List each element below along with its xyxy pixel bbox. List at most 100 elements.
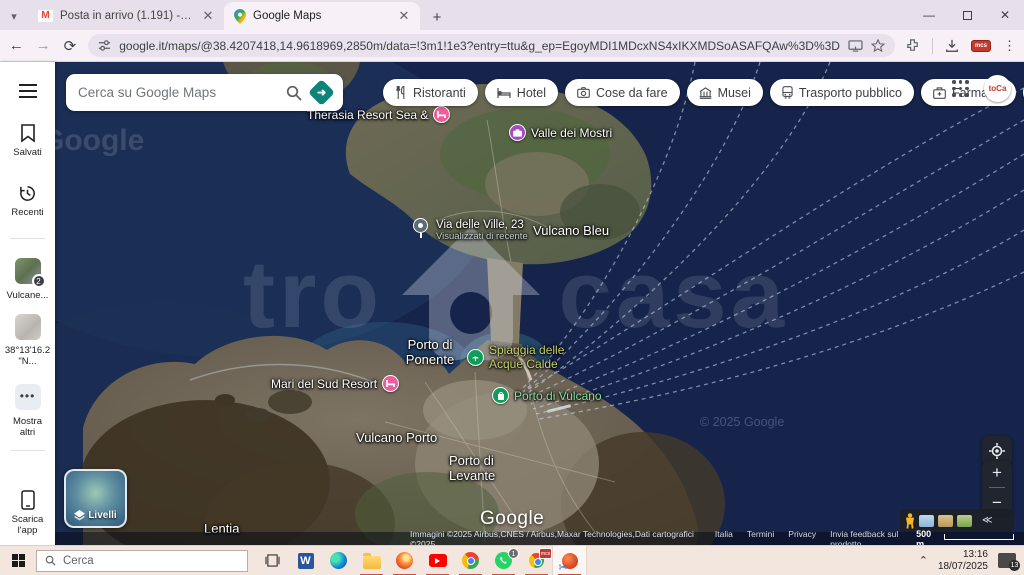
system-tray: ⌃ 13:16 18/07/2025 13: [919, 549, 1024, 573]
chip-musei[interactable]: Musei: [687, 79, 763, 106]
recent-place-marker[interactable]: [413, 218, 429, 234]
start-button[interactable]: [0, 546, 36, 575]
tab-title: Google Maps: [253, 10, 389, 22]
toolbar-divider: [932, 38, 933, 54]
edge-icon: [330, 552, 347, 569]
count-badge: 2: [32, 274, 46, 288]
taskbar-edge-button[interactable]: [322, 546, 355, 575]
reload-icon[interactable]: ⟳: [62, 37, 79, 55]
maps-pin-icon: [234, 9, 246, 24]
history-icon: [18, 184, 37, 203]
taskbar-search-box[interactable]: [36, 550, 248, 572]
forward-icon[interactable]: →: [35, 37, 52, 54]
search-icon[interactable]: [286, 85, 302, 101]
address-bar[interactable]: google.it/maps/@38.4207418,14.9618969,28…: [88, 34, 895, 57]
sidebar-item-mostra-altri[interactable]: ••• Mostra altri: [0, 384, 55, 438]
tab-search-chevron-icon[interactable]: ▾: [0, 2, 28, 30]
new-tab-button[interactable]: +: [424, 4, 450, 30]
hotel-bed-icon: [497, 88, 511, 98]
taskbar-clock[interactable]: 13:16 18/07/2025: [938, 549, 988, 573]
window-minimize-button[interactable]: —: [910, 0, 948, 30]
taskbar-snipping-button[interactable]: [553, 546, 586, 575]
time: 13:16: [938, 549, 988, 561]
tab-close-icon[interactable]: ✕: [396, 8, 412, 24]
taskbar-word-button[interactable]: W: [289, 546, 322, 575]
google-apps-grid-icon[interactable]: [952, 80, 969, 97]
taskbar-firefox-button[interactable]: [388, 546, 421, 575]
imagery-thumbnail[interactable]: [919, 515, 934, 527]
tab-google-maps[interactable]: Google Maps ✕: [224, 2, 420, 30]
whatsapp-badge: 1: [508, 548, 519, 559]
send-to-device-icon[interactable]: [848, 40, 863, 52]
task-view-button[interactable]: [256, 546, 289, 575]
tab-close-icon[interactable]: ✕: [200, 8, 216, 24]
youtube-icon: [429, 554, 447, 567]
menu-hamburger-icon[interactable]: [0, 84, 55, 98]
svg-text:Google: Google: [55, 124, 144, 157]
taskbar-explorer-button[interactable]: [355, 546, 388, 575]
link-feedback[interactable]: Invia feedback sul prodotto: [830, 529, 916, 546]
maps-search-input[interactable]: [78, 85, 276, 100]
chip-cose-da-fare[interactable]: Cose da fare: [565, 79, 680, 106]
tab-gmail[interactable]: M Posta in arrivo (1.191) - sottoca ✕: [28, 2, 224, 30]
link-italia[interactable]: Italia: [715, 529, 733, 546]
zoom-in-button[interactable]: +: [992, 463, 1002, 483]
directions-button[interactable]: ➜: [308, 79, 335, 106]
sidebar-item-salvati[interactable]: Salvati: [0, 124, 55, 158]
browser-menu-kebab-icon[interactable]: ⋮: [1003, 38, 1016, 54]
sidebar-item-coordinates[interactable]: 38°13'16.2 "N...: [0, 314, 55, 367]
collapse-chevron-icon[interactable]: ≪: [982, 515, 992, 526]
notification-center-icon[interactable]: 13: [998, 553, 1016, 568]
chip-hotel[interactable]: Hotel: [485, 79, 558, 106]
sidebar-item-scarica-app[interactable]: Scarica l'app: [0, 490, 55, 536]
site-settings-icon[interactable]: [98, 39, 111, 52]
poi-porto-di-vulcano[interactable]: Porto di Vulcano: [492, 387, 602, 404]
taskbar-chrome-button[interactable]: [454, 546, 487, 575]
poi-valle-dei-mostri[interactable]: Valle dei Mostri: [509, 124, 612, 141]
maps-search-box[interactable]: ➜: [66, 74, 343, 111]
imagery-thumbnail[interactable]: [957, 515, 972, 527]
pegman-icon[interactable]: [905, 513, 915, 529]
chip-trasporto-pubblico[interactable]: Trasporto pubblico: [770, 79, 914, 106]
mcafee-extension-icon[interactable]: mcs: [971, 40, 991, 52]
taskbar-search-input[interactable]: [63, 555, 213, 567]
layers-button[interactable]: Livelli: [64, 469, 127, 528]
link-termini[interactable]: Termini: [747, 529, 774, 546]
scale-bar: [944, 534, 1014, 540]
zoom-controls: + −: [982, 461, 1012, 515]
google-logo: Google: [480, 508, 544, 530]
extensions-icon[interactable]: [905, 38, 920, 53]
label-vulcano-porto: Vulcano Porto: [356, 430, 437, 445]
tab-title: Posta in arrivo (1.191) - sottoca: [60, 10, 193, 22]
bookmark-star-icon[interactable]: [871, 39, 885, 53]
back-icon[interactable]: ←: [8, 37, 25, 54]
layers-icon: [74, 510, 85, 521]
window-restore-button[interactable]: [948, 0, 986, 30]
taskbar-chrome2-button[interactable]: mcs: [520, 546, 553, 575]
restaurant-icon: [395, 86, 407, 99]
notification-badge: 13: [1009, 560, 1020, 571]
window-close-button[interactable]: ✕: [986, 0, 1024, 30]
poi-spiaggia-acque-calde[interactable]: Spiaggia delle Acque Calde: [467, 343, 564, 371]
poi-via-delle-ville[interactable]: Via delle Ville, 23 Visualizzati di rece…: [436, 219, 528, 242]
link-privacy[interactable]: Privacy: [788, 529, 816, 546]
sidebar-item-recenti[interactable]: Recenti: [0, 184, 55, 218]
imagery-thumbnail[interactable]: [938, 515, 953, 527]
taskbar-whatsapp-button[interactable]: 1: [487, 546, 520, 575]
windows-logo-icon: [12, 554, 25, 567]
copyright-watermark: © 2025 Google: [700, 415, 784, 429]
camera-icon: [577, 87, 590, 98]
place-thumbnail: 2: [15, 258, 41, 284]
locate-icon: [989, 443, 1005, 459]
chip-ristoranti[interactable]: Ristoranti: [383, 79, 478, 106]
taskbar-youtube-button[interactable]: [421, 546, 454, 575]
url-text: google.it/maps/@38.4207418,14.9618969,28…: [119, 39, 840, 53]
map-canvas[interactable]: Google: [55, 62, 1024, 545]
profile-avatar[interactable]: toCa: [984, 75, 1011, 102]
poi-mari-del-sud[interactable]: Mari del Sud Resort: [271, 375, 399, 392]
search-icon: [45, 555, 56, 566]
sidebar-item-vulcane[interactable]: 2 Vulcane...: [0, 258, 55, 301]
tray-chevron-icon[interactable]: ⌃: [919, 554, 928, 567]
phone-icon: [21, 490, 35, 510]
download-icon[interactable]: [945, 39, 959, 53]
